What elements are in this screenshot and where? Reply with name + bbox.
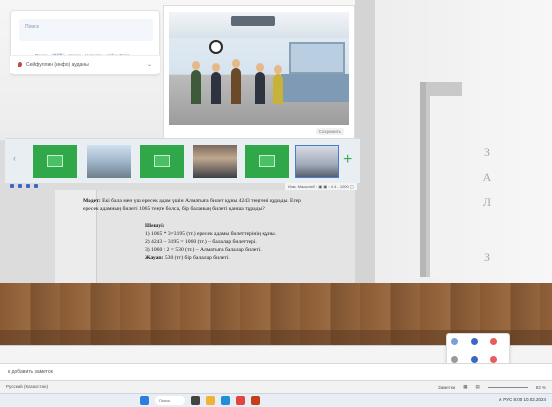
character-head (232, 59, 240, 68)
solution-step: 2) 4243 – 3195 = 1060 (тг.) – балалар би… (145, 239, 257, 245)
system-tray[interactable]: ∧ РУС 8:00 10.02.2024 (499, 397, 546, 403)
bank-hall-image[interactable] (169, 12, 349, 125)
hall-window (289, 42, 345, 74)
character-figure (211, 72, 221, 104)
wall-letter: З (483, 250, 490, 264)
os-taskbar: Поиск ∧ РУС 8:00 10.02.2024 (0, 393, 552, 407)
folder-icon[interactable] (206, 396, 215, 405)
zoom-level[interactable]: 93 % (536, 385, 546, 390)
chevron-left-icon[interactable]: ‹ (13, 153, 16, 163)
control-icon[interactable] (26, 184, 30, 188)
slide-filmstrip: ‹ + (5, 138, 360, 183)
taskbar-search[interactable]: Поиск (155, 396, 185, 405)
location-pin-icon (18, 62, 22, 67)
wall-letter: Л (482, 195, 492, 209)
control-icon[interactable] (34, 184, 38, 188)
wall-letter: З (483, 145, 490, 159)
slide-sorter-icon[interactable]: ▤ (475, 384, 479, 390)
wall-letters: З А Л З (480, 145, 494, 265)
add-slide-icon[interactable]: + (343, 151, 352, 169)
character-figure (231, 68, 241, 104)
control-icon[interactable] (18, 184, 22, 188)
pen-tool-icon[interactable] (470, 338, 478, 345)
search-input[interactable]: Поиск (19, 19, 153, 41)
slide-thumbnail[interactable] (140, 145, 184, 178)
clock-icon (209, 40, 223, 54)
panel-caption[interactable]: Сохранить (315, 128, 344, 135)
browser-icon[interactable] (221, 396, 230, 405)
service-counter (281, 74, 349, 102)
hall-sign (231, 16, 275, 26)
slide-thumbnail[interactable] (245, 145, 289, 178)
character-figure (191, 70, 201, 104)
start-icon[interactable] (140, 396, 149, 405)
image-panel: Сохранить (163, 5, 355, 140)
slide-thumbnail[interactable] (87, 145, 131, 178)
character-head (256, 63, 264, 72)
solution-step: 3) 1060 : 2 = 530 (тг.) – Алматыға балал… (145, 247, 262, 253)
doorway-opening (430, 96, 462, 277)
playback-controls (10, 184, 38, 188)
location-selector[interactable]: Сейфуллин (инфо) ауданы ⌄ (10, 55, 160, 73)
solution-heading: Шешуі: (145, 223, 165, 229)
select-tool-icon[interactable] (451, 338, 458, 345)
character-head (192, 61, 200, 70)
task-view-icon[interactable] (191, 396, 200, 405)
room-canvas: З А Л З Поиск Поиск Web Image Новости Vi… (0, 0, 552, 407)
slide-thumbnail-selected[interactable] (295, 145, 339, 178)
control-icon[interactable] (10, 184, 14, 188)
slide-thumbnail[interactable] (193, 145, 237, 178)
chrome-icon[interactable] (236, 396, 245, 405)
wall-letter: А (482, 170, 492, 184)
slide-thumbnail[interactable] (33, 145, 77, 178)
character-head (274, 65, 282, 74)
character-figure (273, 74, 283, 104)
problem-label: Мәдет: (83, 198, 101, 204)
status-bar: Русский (Казахстан) Заметки ▦ ▤ 93 % (0, 380, 552, 393)
character-figure (255, 72, 265, 104)
notes-placeholder: к добавить заметок (8, 369, 53, 375)
problem-statement: Екі бала мен үш ересек адам үшін Алматығ… (83, 198, 301, 212)
solution-block: Шешуі: 1) 1065 * 3=3195 (тг.) ересек ада… (145, 222, 315, 262)
location-label: Сейфуллин (инфо) ауданы (26, 61, 89, 68)
chevron-down-icon: ⌄ (146, 62, 152, 68)
answer-label: Жауап: (145, 255, 164, 261)
answer-text: 530 (тг) бір балалар билеті. (164, 255, 230, 261)
solution-step: 1) 1065 * 3=3195 (тг.) ересек адамы биле… (145, 231, 277, 237)
normal-view-icon[interactable]: ▦ (463, 384, 467, 390)
marker-tool-icon[interactable] (490, 338, 498, 345)
zoom-slider[interactable] (487, 386, 528, 388)
view-controls[interactable]: Изм. Масштаб ◦ ▣ ▣ ◦ 4 4 - 1000 ▢ (285, 183, 357, 190)
language-status: Русский (Казахстан) (6, 384, 49, 389)
character-head (212, 63, 220, 72)
search-placeholder: Поиск (25, 24, 39, 30)
problem-text: Мәдет: Екі бала мен үш ересек адам үшін … (83, 197, 308, 213)
notes-button[interactable]: Заметки (438, 385, 455, 390)
powerpoint-icon[interactable] (251, 396, 260, 405)
notes-pane[interactable]: к добавить заметок (0, 363, 552, 380)
